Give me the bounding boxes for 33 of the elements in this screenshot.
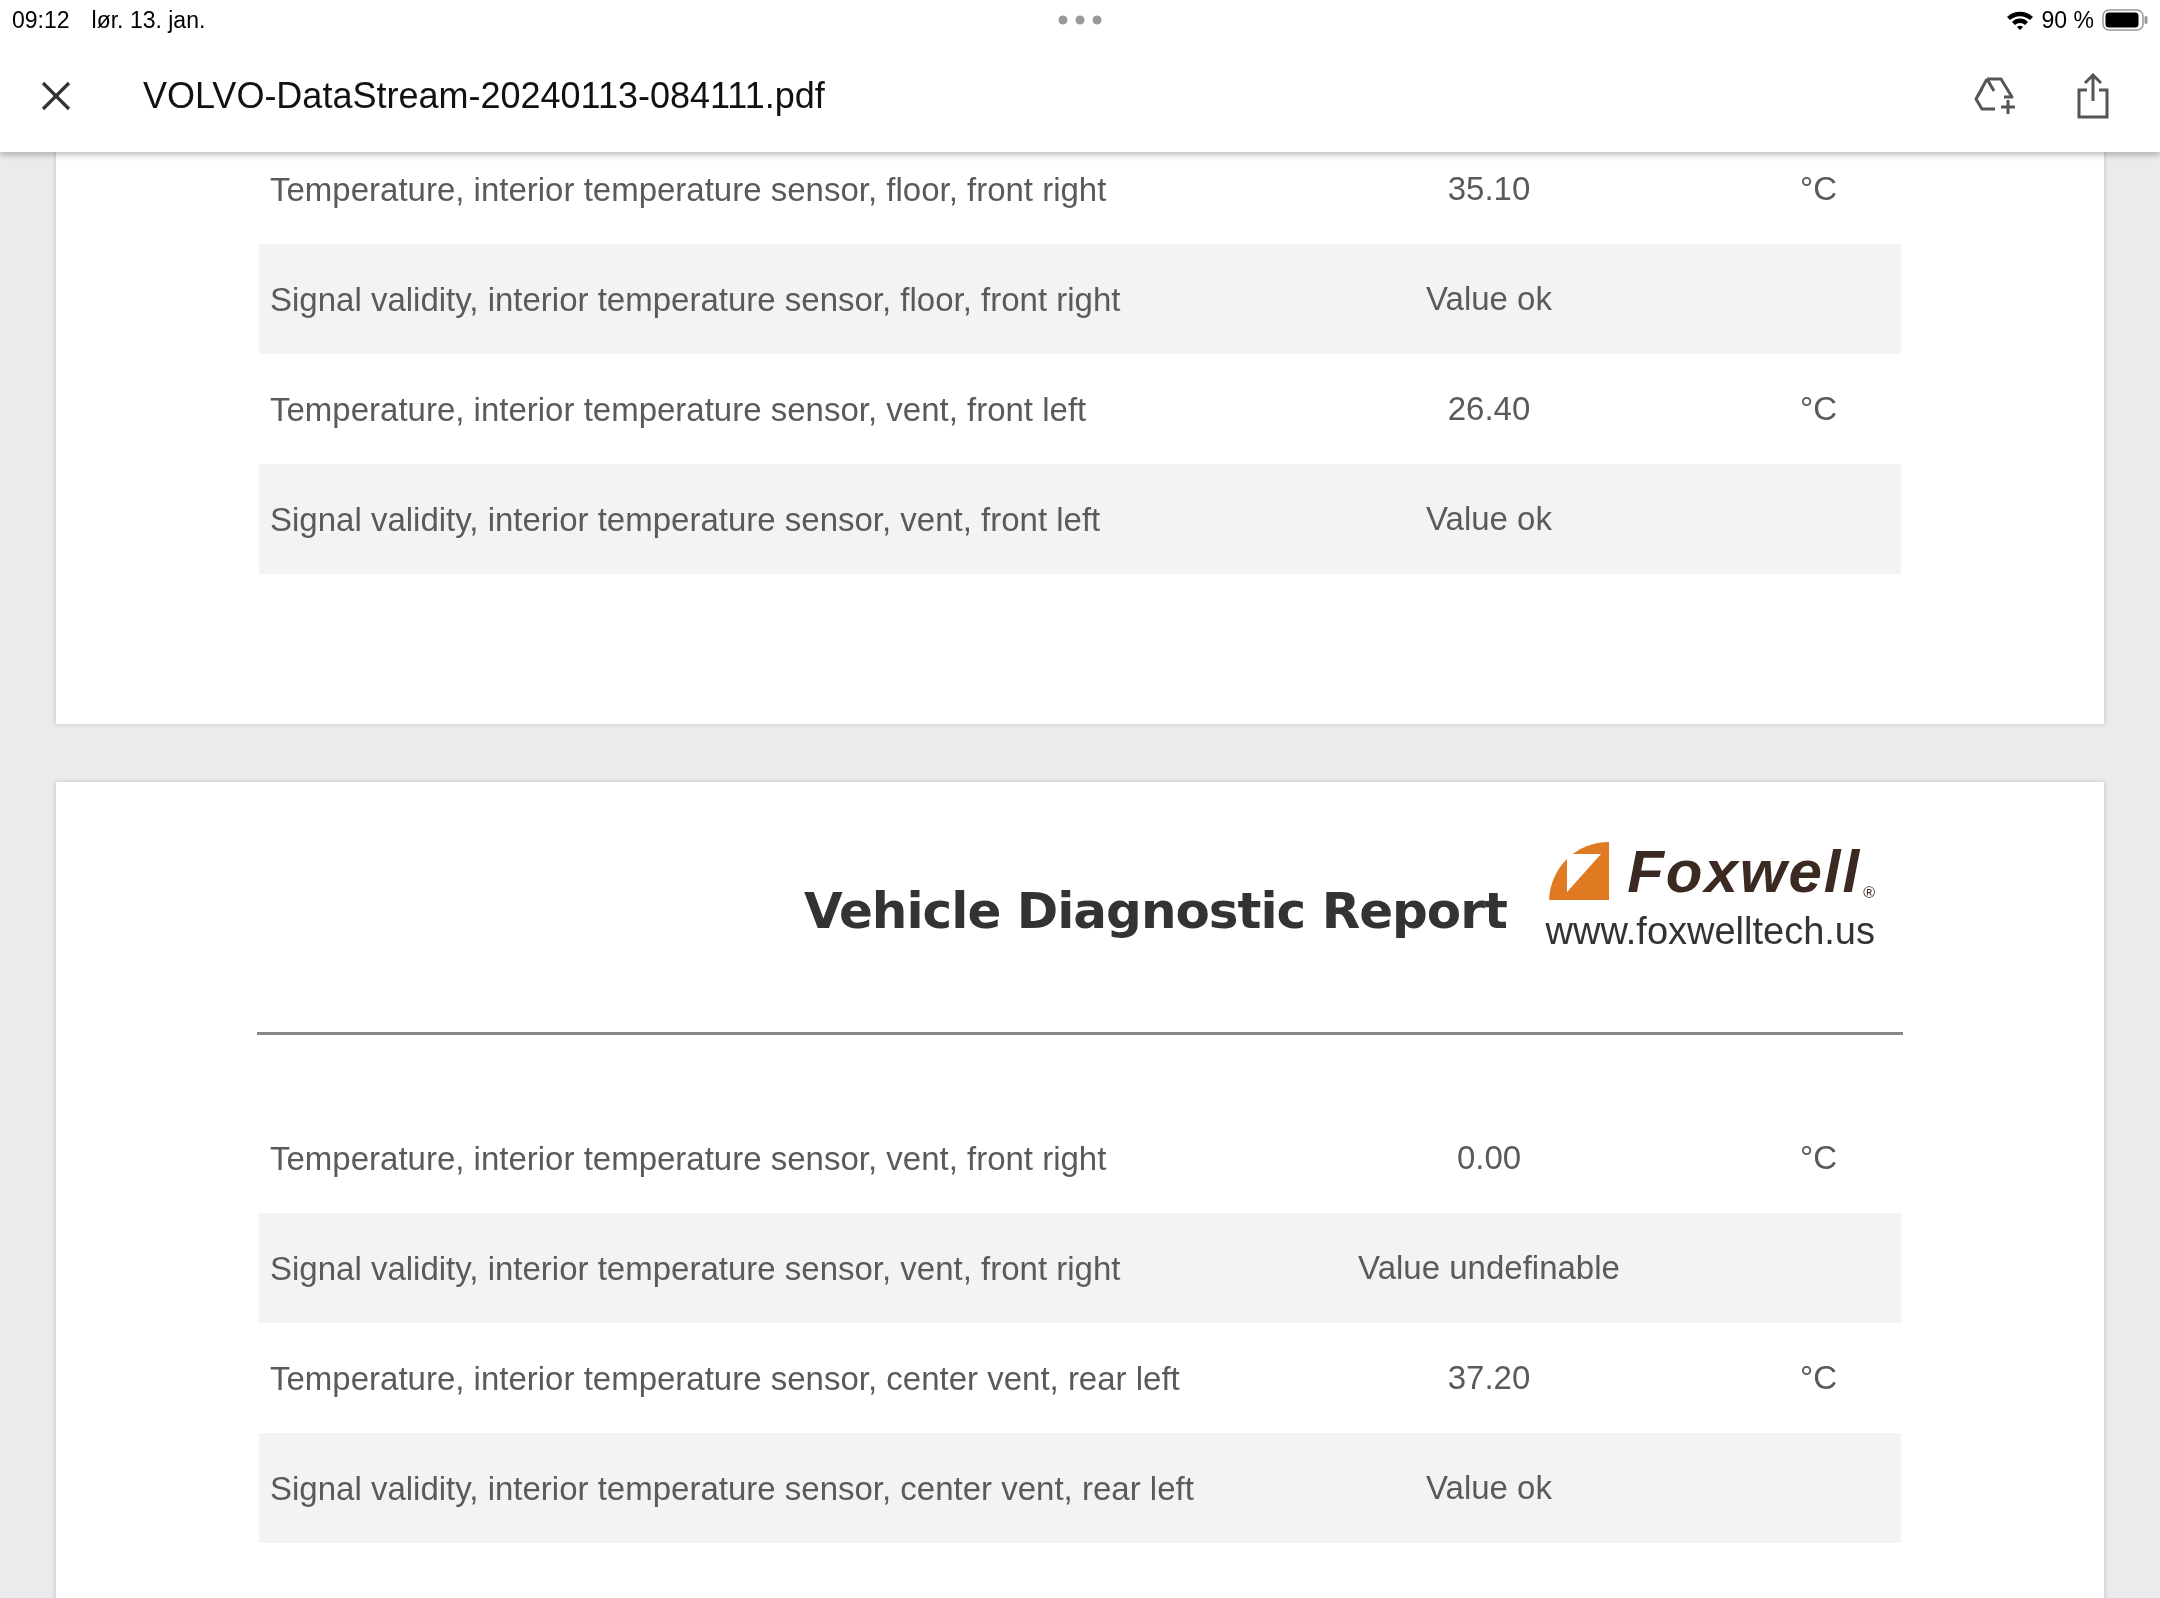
close-icon[interactable] <box>41 81 71 111</box>
table-cell-text: 26.40 <box>1446 390 1532 428</box>
registered-mark: ® <box>1863 884 1875 902</box>
wifi-icon <box>2005 10 2034 30</box>
table-cell-text: 37.20 <box>1446 1359 1532 1397</box>
table-cell-text: Value ok <box>1425 500 1553 538</box>
table-cell: °C <box>1799 170 1837 207</box>
report-title: Vehicle Diagnostic Report <box>804 882 1507 940</box>
status-time: 09:12 <box>12 6 70 34</box>
table-cell-text: Temperature, interior temperature sensor, vent, front left <box>269 389 1088 430</box>
table-cell-text: Signal validity, interior temperature sensor, vent, front left <box>269 499 1102 540</box>
more-dots-icon[interactable] <box>1058 15 1102 25</box>
brand-name: Foxwell <box>1627 842 1862 902</box>
status-date: lør. 13. jan. <box>91 6 206 34</box>
table-cell: °C <box>1799 1139 1837 1176</box>
table-cell-text: Temperature, interior temperature sensor, center vent, rear left <box>269 1358 1181 1399</box>
share-icon[interactable] <box>2076 73 2110 119</box>
table-cell-text: 0.00 <box>1455 1139 1523 1177</box>
table-cell-text: Temperature, interior temperature sensor, floor, front right <box>269 169 1108 210</box>
table-cell-text: Temperature, interior temperature sensor, vent, front right <box>269 1138 1108 1179</box>
battery-icon <box>2102 9 2148 31</box>
table-cell-text: Value undefinable <box>1357 1249 1621 1287</box>
battery-percent: 90 % <box>2041 6 2094 34</box>
table-cell-text: 35.10 <box>1446 170 1532 208</box>
table-cell-text: Value ok <box>1425 280 1553 318</box>
document-title: VOLVO-DataStream-20240113-084111.pdf <box>143 75 825 117</box>
table-cell-text: Signal validity, interior temperature sensor, floor, front right <box>269 279 1122 320</box>
table-cell: °C <box>1799 1359 1837 1396</box>
website-url: www.foxwelltech.us <box>1545 910 1875 953</box>
table-cell-text: Signal validity, interior temperature sensor, vent, front right <box>269 1248 1122 1289</box>
table-cell: °C <box>1799 390 1837 427</box>
table-cell-text: Signal validity, interior temperature sensor, center vent, rear left <box>269 1468 1195 1509</box>
table-cell-text: Value ok <box>1425 1469 1553 1507</box>
